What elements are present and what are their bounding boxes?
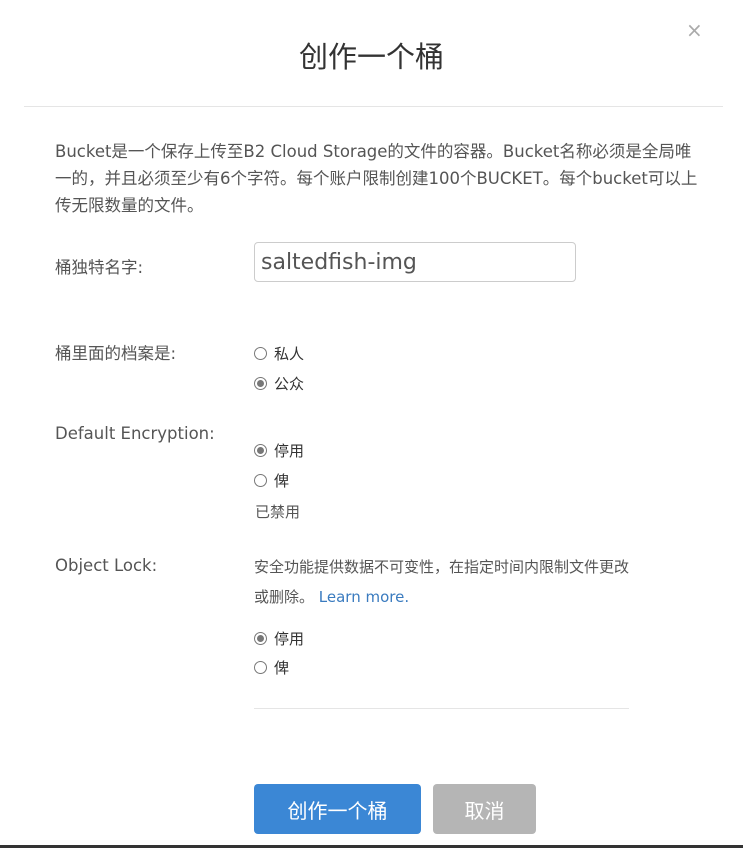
cancel-button[interactable]: 取消	[433, 784, 536, 834]
radio-public-label: 公众	[274, 375, 305, 393]
privacy-public-option[interactable]: 公众	[254, 373, 304, 394]
encryption-enable-option[interactable]: 俾	[254, 470, 289, 491]
object-lock-description: 安全功能提供数据不可变性，在指定时间内限制文件更改或删除。 Learn more…	[254, 552, 634, 612]
dialog-description: Bucket是一个保存上传至B2 Cloud Storage的文件的容器。Buc…	[55, 142, 698, 215]
radio-encryption-enable-label: 俾	[274, 472, 290, 490]
lock-disable-option[interactable]: 停用	[254, 628, 304, 649]
privacy-private-option[interactable]: 私人	[254, 343, 304, 364]
radio-lock-disable-label: 停用	[274, 630, 305, 648]
encryption-status: 已禁用	[255, 503, 301, 521]
object-lock-text: 安全功能提供数据不可变性，在指定时间内限制文件更改或删除。	[254, 558, 630, 606]
bucket-name-input[interactable]	[254, 242, 576, 282]
encryption-disable-option[interactable]: 停用	[254, 440, 304, 461]
header-divider	[24, 106, 723, 107]
encryption-label: Default Encryption:	[55, 424, 215, 443]
radio-lock-enable[interactable]	[254, 661, 267, 674]
close-icon[interactable]: ×	[686, 18, 703, 42]
create-bucket-button[interactable]: 创作一个桶	[254, 784, 421, 834]
lock-enable-option[interactable]: 俾	[254, 657, 289, 678]
bucket-name-label: 桶独特名字:	[55, 258, 144, 277]
radio-encryption-disable-label: 停用	[274, 442, 305, 460]
section-divider	[254, 708, 629, 709]
files-privacy-label: 桶里面的档案是:	[55, 344, 177, 363]
create-bucket-dialog: 创作一个桶 × Bucket是一个保存上传至B2 Cloud Storage的文…	[0, 0, 743, 848]
radio-private[interactable]	[254, 347, 267, 360]
learn-more-link[interactable]: Learn more.	[319, 588, 409, 606]
radio-lock-enable-label: 俾	[274, 659, 290, 677]
radio-encryption-enable[interactable]	[254, 474, 267, 487]
radio-public[interactable]	[254, 377, 267, 390]
radio-lock-disable[interactable]	[254, 632, 267, 645]
dialog-title: 创作一个桶	[298, 40, 444, 74]
object-lock-label: Object Lock:	[55, 556, 158, 575]
radio-private-label: 私人	[274, 345, 305, 363]
radio-encryption-disable[interactable]	[254, 444, 267, 457]
